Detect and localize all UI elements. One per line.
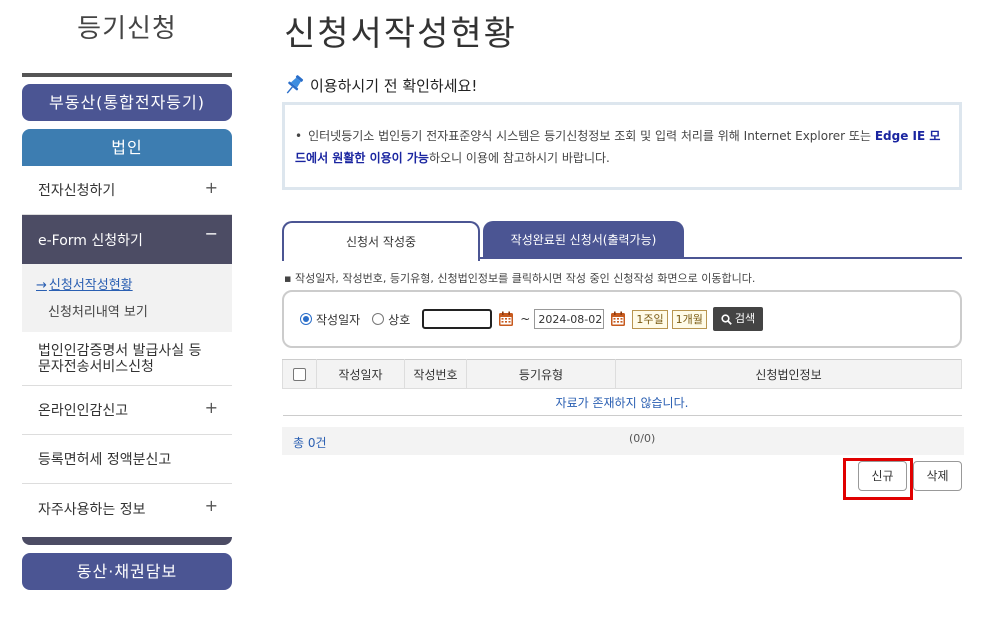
plus-icon[interactable]: +: [205, 398, 218, 417]
sidebar-item-label: 법인인감증명서 발급사실 등 문자전송서비스신청: [38, 342, 202, 375]
sidebar-menu: 전자신청하기 + e-Form 신청하기 − → 신청서작성현황 신청처리내역 보…: [22, 166, 232, 533]
sidebar-item-seal-report[interactable]: 온라인인감신고 +: [22, 386, 232, 435]
notice-box: • 인터넷등기소 법인등기 전자표준양식 시스템은 등기신청정보 조회 및 입력 …: [282, 102, 962, 190]
notice-heading: 이용하시기 전 확인하세요!: [284, 74, 477, 96]
sidebar-subitem-history[interactable]: 신청처리내역 보기: [36, 301, 232, 320]
sidebar-item-label: 등록면허세 정액분신고: [38, 452, 172, 468]
new-button[interactable]: 신규: [858, 461, 907, 491]
table-header-row: 작성일자 작성번호 등기유형 신청법인정보: [282, 359, 962, 389]
table-row: 자료가 존재하지 않습니다.: [282, 388, 962, 416]
notice-heading-text: 이용하시기 전 확인하세요!: [310, 76, 478, 95]
total-count: 총 0건: [293, 436, 327, 450]
sidebar-item-e-application[interactable]: 전자신청하기 +: [22, 166, 232, 215]
hint-text: ▪ 작성일자, 작성번호, 등기유형, 신청법인정보를 클릭하시면 작성 중인 …: [284, 272, 756, 285]
radio-name[interactable]: 상호: [372, 311, 410, 328]
sidebar-subitem-status[interactable]: → 신청서작성현황: [36, 274, 232, 293]
pin-icon: [286, 75, 304, 94]
arrow-right-icon: →: [36, 278, 47, 293]
tab-bar: 신청서 작성중 작성완료된 신청서(출력가능): [282, 221, 962, 261]
sidebar-top-divider: [22, 73, 232, 77]
radio-date[interactable]: 작성일자: [300, 311, 360, 328]
realty-button[interactable]: 부동산(통합전자등기): [22, 84, 232, 121]
sidebar-item-label: 전자신청하기: [38, 183, 116, 199]
plus-icon[interactable]: +: [205, 496, 218, 515]
corp-button[interactable]: 법인: [22, 129, 232, 166]
page-indicator: (0/0): [629, 432, 656, 445]
sidebar-item-label: e-Form 신청하기: [38, 232, 143, 249]
search-button[interactable]: 검색: [712, 307, 764, 331]
notice-text-end: 하오니 이용에 참고하시기 바랍니다.: [428, 151, 610, 165]
range-separator: ~: [520, 312, 531, 326]
delete-button[interactable]: 삭제: [913, 461, 962, 491]
search-icon: [721, 313, 732, 325]
tab-completed[interactable]: 작성완료된 신청서(출력가능): [483, 221, 684, 259]
column-header[interactable]: 작성일자: [316, 359, 405, 389]
summary-bar: 총 0건 (0/0): [282, 427, 964, 455]
plus-icon[interactable]: +: [205, 178, 218, 197]
select-all-cell: [282, 359, 317, 389]
sidebar-item-eform[interactable]: e-Form 신청하기 −: [22, 215, 232, 264]
notice-bullet: •: [295, 129, 303, 143]
sidebar-item-label: 자주사용하는 정보: [38, 501, 146, 518]
calendar-icon[interactable]: [610, 311, 626, 327]
empty-message: 자료가 존재하지 않습니다.: [282, 388, 962, 416]
sidebar-item-favorites[interactable]: 자주사용하는 정보 +: [22, 484, 232, 533]
search-button-label: 검색: [734, 312, 756, 325]
tab-in-progress[interactable]: 신청서 작성중: [282, 221, 480, 261]
search-keyword-input[interactable]: [422, 309, 493, 329]
sidebar-bottom-divider: [22, 537, 232, 545]
results-table: 작성일자 작성번호 등기유형 신청법인정보 자료가 존재하지 않습니다.: [282, 359, 962, 416]
sidebar-item-license-tax[interactable]: 등록면허세 정액분신고: [22, 435, 232, 484]
column-header[interactable]: 신청법인정보: [615, 359, 962, 389]
radio-label: 상호: [388, 312, 411, 327]
column-header[interactable]: 작성번호: [404, 359, 467, 389]
radio-button[interactable]: [300, 313, 312, 325]
sidebar-subitem-label: 신청서작성현황: [48, 278, 133, 293]
minus-icon[interactable]: −: [205, 224, 218, 243]
notice-text: 인터넷등기소 법인등기 전자표준양식 시스템은 등기신청정보 조회 및 입력 처…: [308, 129, 875, 143]
end-date-input[interactable]: [534, 309, 605, 329]
radio-label: 작성일자: [316, 312, 361, 327]
sidebar-title: 등기신청: [77, 14, 177, 44]
page-title: 신청서작성현황: [284, 14, 517, 54]
one-month-button[interactable]: 1개월: [671, 309, 707, 329]
calendar-icon[interactable]: [498, 311, 514, 327]
column-header[interactable]: 등기유형: [466, 359, 616, 389]
radio-button[interactable]: [372, 313, 385, 325]
movable-collateral-button[interactable]: 동산·채권담보: [22, 553, 232, 590]
search-panel: 작성일자 상호 ~ 1주일 1개월 검색: [282, 290, 962, 348]
sidebar-item-sms-service[interactable]: 법인인감증명서 발급사실 등 문자전송서비스신청: [22, 332, 232, 386]
sidebar-item-label: 온라인인감신고: [38, 403, 129, 419]
select-all-checkbox[interactable]: [293, 368, 306, 381]
sidebar-submenu: → 신청서작성현황 신청처리내역 보기: [22, 264, 232, 332]
one-week-button[interactable]: 1주일: [632, 309, 668, 329]
